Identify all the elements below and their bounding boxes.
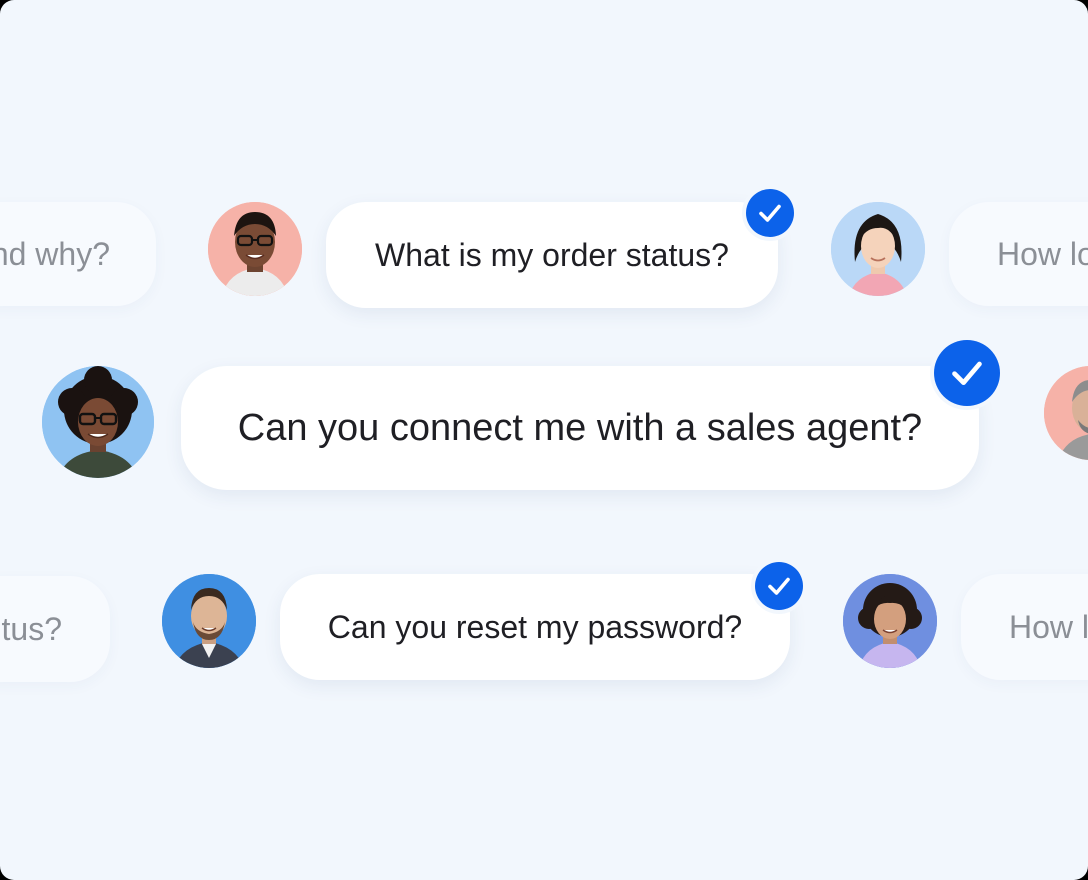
- faded-question-bubble[interactable]: tus?: [0, 576, 110, 682]
- avatar: [843, 574, 937, 668]
- question-text: How l: [1009, 608, 1088, 645]
- question-text: nd why?: [0, 235, 110, 272]
- question-text: Can you connect me with a sales agent?: [237, 406, 923, 449]
- avatar: [162, 574, 256, 668]
- check-icon: [746, 189, 794, 237]
- check-icon: [755, 562, 803, 610]
- question-text: How lo: [997, 235, 1088, 272]
- faded-question-bubble[interactable]: How l: [961, 574, 1088, 680]
- avatar: [208, 202, 302, 296]
- avatar: [1044, 366, 1088, 460]
- question-text: tus?: [1, 610, 62, 647]
- question-bubble[interactable]: Can you reset my password?: [280, 574, 790, 680]
- question-bubble[interactable]: Can you connect me with a sales agent?: [181, 366, 979, 490]
- question-text: Can you reset my password?: [327, 608, 743, 645]
- avatar: [42, 366, 154, 478]
- faded-question-bubble[interactable]: How lo: [949, 202, 1088, 306]
- question-bubble[interactable]: What is my order status?: [326, 202, 778, 308]
- faded-question-bubble[interactable]: nd why?: [0, 202, 156, 306]
- check-icon: [934, 340, 1000, 406]
- question-text: What is my order status?: [375, 236, 729, 273]
- avatar: [831, 202, 925, 296]
- chat-suggestions-card: nd why? What is my order status? How lo …: [0, 0, 1088, 880]
